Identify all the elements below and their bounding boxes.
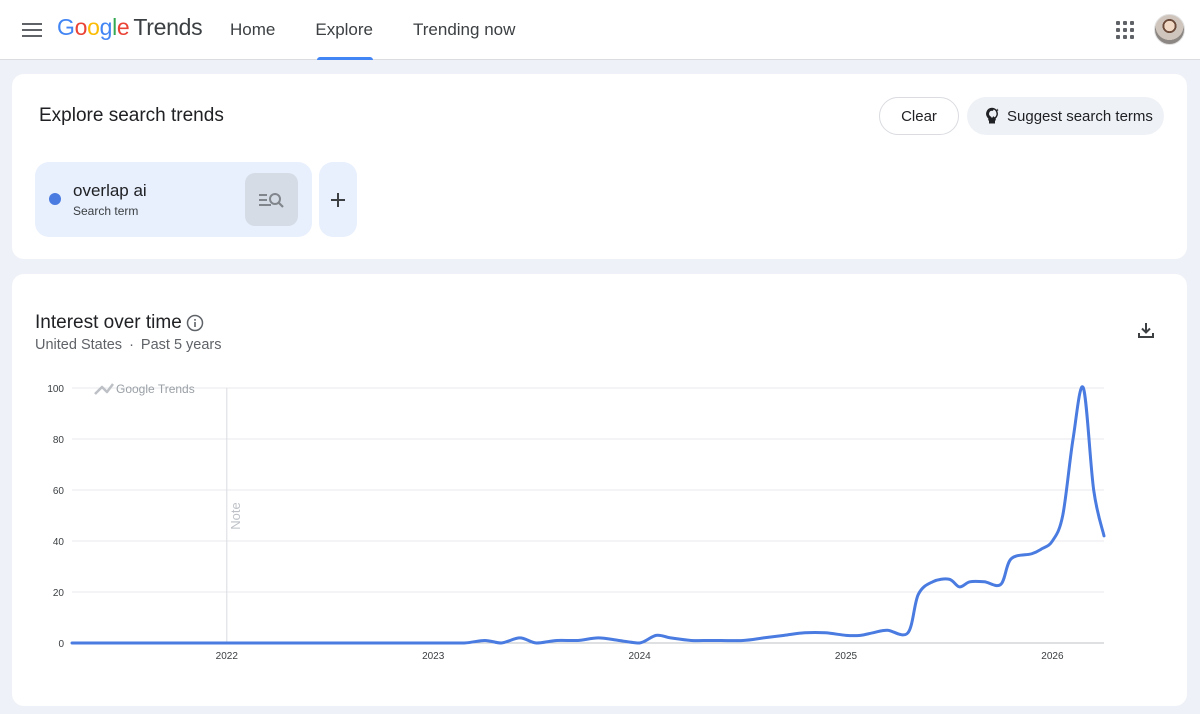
logo-product-name: Trends [133, 14, 203, 40]
y-tick-label: 40 [53, 537, 65, 548]
term-color-dot [49, 193, 61, 205]
logo-letter: o [74, 14, 88, 40]
google-trends-logo[interactable]: Google Trends [57, 14, 203, 46]
suggest-search-terms-button[interactable]: Suggest search terms [967, 97, 1164, 135]
y-tick-label: 80 [53, 435, 65, 446]
note-label[interactable]: Note [228, 502, 243, 529]
y-tick-label: 20 [53, 588, 65, 599]
google-wordmark: Google [57, 14, 130, 41]
x-tick-label: 2022 [216, 651, 239, 662]
term-search-options-button[interactable] [245, 173, 298, 226]
nav-home[interactable]: Home [210, 0, 295, 60]
main-menu-icon[interactable] [16, 14, 48, 46]
logo-letter: o [87, 14, 100, 40]
chart-watermark: Google Trends [116, 382, 195, 396]
x-tick-label: 2024 [628, 651, 651, 662]
add-term-button[interactable] [319, 162, 357, 237]
x-tick-label: 2023 [422, 651, 445, 662]
lightbulb-sparkle-icon [986, 107, 999, 124]
explore-title: Explore search trends [39, 105, 224, 126]
logo-letter: G [57, 14, 75, 40]
nav-explore[interactable]: Explore [295, 0, 393, 60]
interest-over-time-panel: Interest over time United States · Past 5 … [12, 274, 1187, 706]
trends-watermark-icon [94, 383, 114, 395]
suggest-label: Suggest search terms [1007, 107, 1153, 125]
term-type: Search term [73, 204, 139, 218]
logo-letter: e [116, 14, 130, 40]
top-app-bar: Google Trends Home Explore Trending now [0, 0, 1200, 60]
logo-letter: g [99, 14, 113, 40]
plus-icon [331, 192, 345, 207]
clear-button[interactable]: Clear [879, 97, 959, 135]
google-apps-icon[interactable] [1110, 15, 1140, 45]
search-term-chip[interactable]: overlap ai Search term [35, 162, 312, 237]
y-tick-label: 100 [47, 384, 64, 395]
y-tick-label: 0 [58, 639, 64, 650]
main-nav: Home Explore Trending now [210, 0, 535, 60]
nav-trending-now[interactable]: Trending now [393, 0, 535, 60]
manage-search-icon [258, 192, 284, 208]
explore-panel: Explore search trends Clear Suggest sear… [12, 74, 1187, 259]
x-tick-label: 2025 [835, 651, 858, 662]
account-avatar[interactable] [1154, 14, 1185, 45]
interest-line-chart: Google Trends 0 20 40 60 80 100 Note 2022 2023 20… [47, 382, 1106, 662]
x-tick-label: 2026 [1041, 651, 1064, 662]
y-tick-label: 60 [53, 486, 65, 497]
term-name: overlap ai [73, 181, 147, 200]
